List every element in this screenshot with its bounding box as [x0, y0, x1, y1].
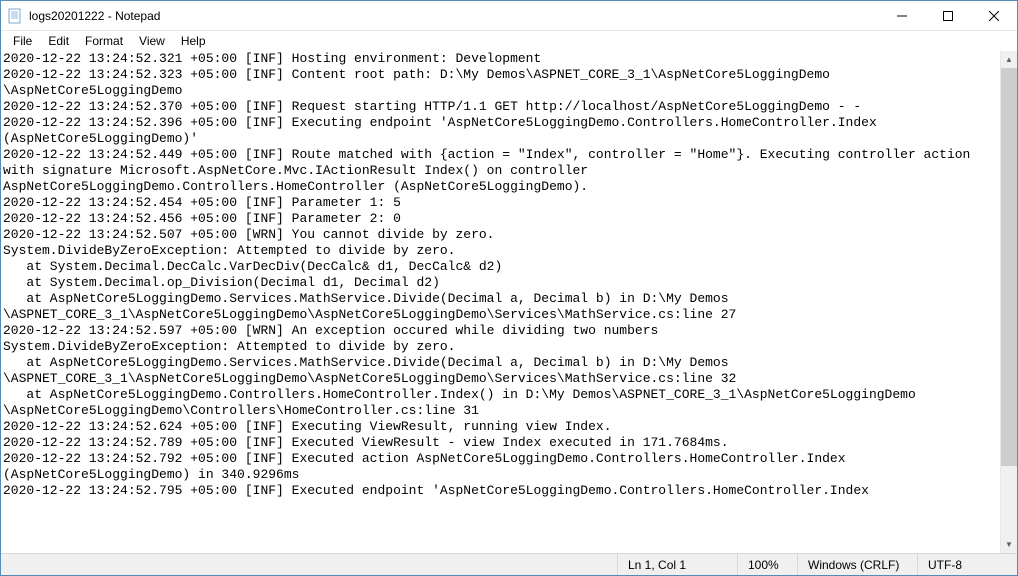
- content-area: 2020-12-22 13:24:52.321 +05:00 [INF] Hos…: [1, 51, 1017, 553]
- notepad-icon: [7, 8, 23, 24]
- minimize-button[interactable]: [879, 1, 925, 30]
- scroll-down-arrow[interactable]: ▼: [1001, 536, 1017, 553]
- menubar: File Edit Format View Help: [1, 31, 1017, 51]
- text-editor[interactable]: 2020-12-22 13:24:52.321 +05:00 [INF] Hos…: [1, 51, 1000, 553]
- scroll-thumb[interactable]: [1001, 68, 1017, 466]
- menu-file[interactable]: File: [5, 32, 40, 50]
- menu-edit[interactable]: Edit: [40, 32, 77, 50]
- menu-view[interactable]: View: [131, 32, 173, 50]
- maximize-button[interactable]: [925, 1, 971, 30]
- status-zoom: 100%: [737, 554, 797, 575]
- scroll-up-arrow[interactable]: ▲: [1001, 51, 1017, 68]
- status-encoding: UTF-8: [917, 554, 1017, 575]
- status-line-ending: Windows (CRLF): [797, 554, 917, 575]
- window-controls: [879, 1, 1017, 30]
- titlebar: logs20201222 - Notepad: [1, 1, 1017, 31]
- close-button[interactable]: [971, 1, 1017, 30]
- window-title: logs20201222 - Notepad: [29, 9, 879, 23]
- scroll-track[interactable]: [1001, 68, 1017, 536]
- menu-help[interactable]: Help: [173, 32, 214, 50]
- status-position: Ln 1, Col 1: [617, 554, 737, 575]
- menu-format[interactable]: Format: [77, 32, 131, 50]
- vertical-scrollbar[interactable]: ▲ ▼: [1000, 51, 1017, 553]
- statusbar: Ln 1, Col 1 100% Windows (CRLF) UTF-8: [1, 553, 1017, 575]
